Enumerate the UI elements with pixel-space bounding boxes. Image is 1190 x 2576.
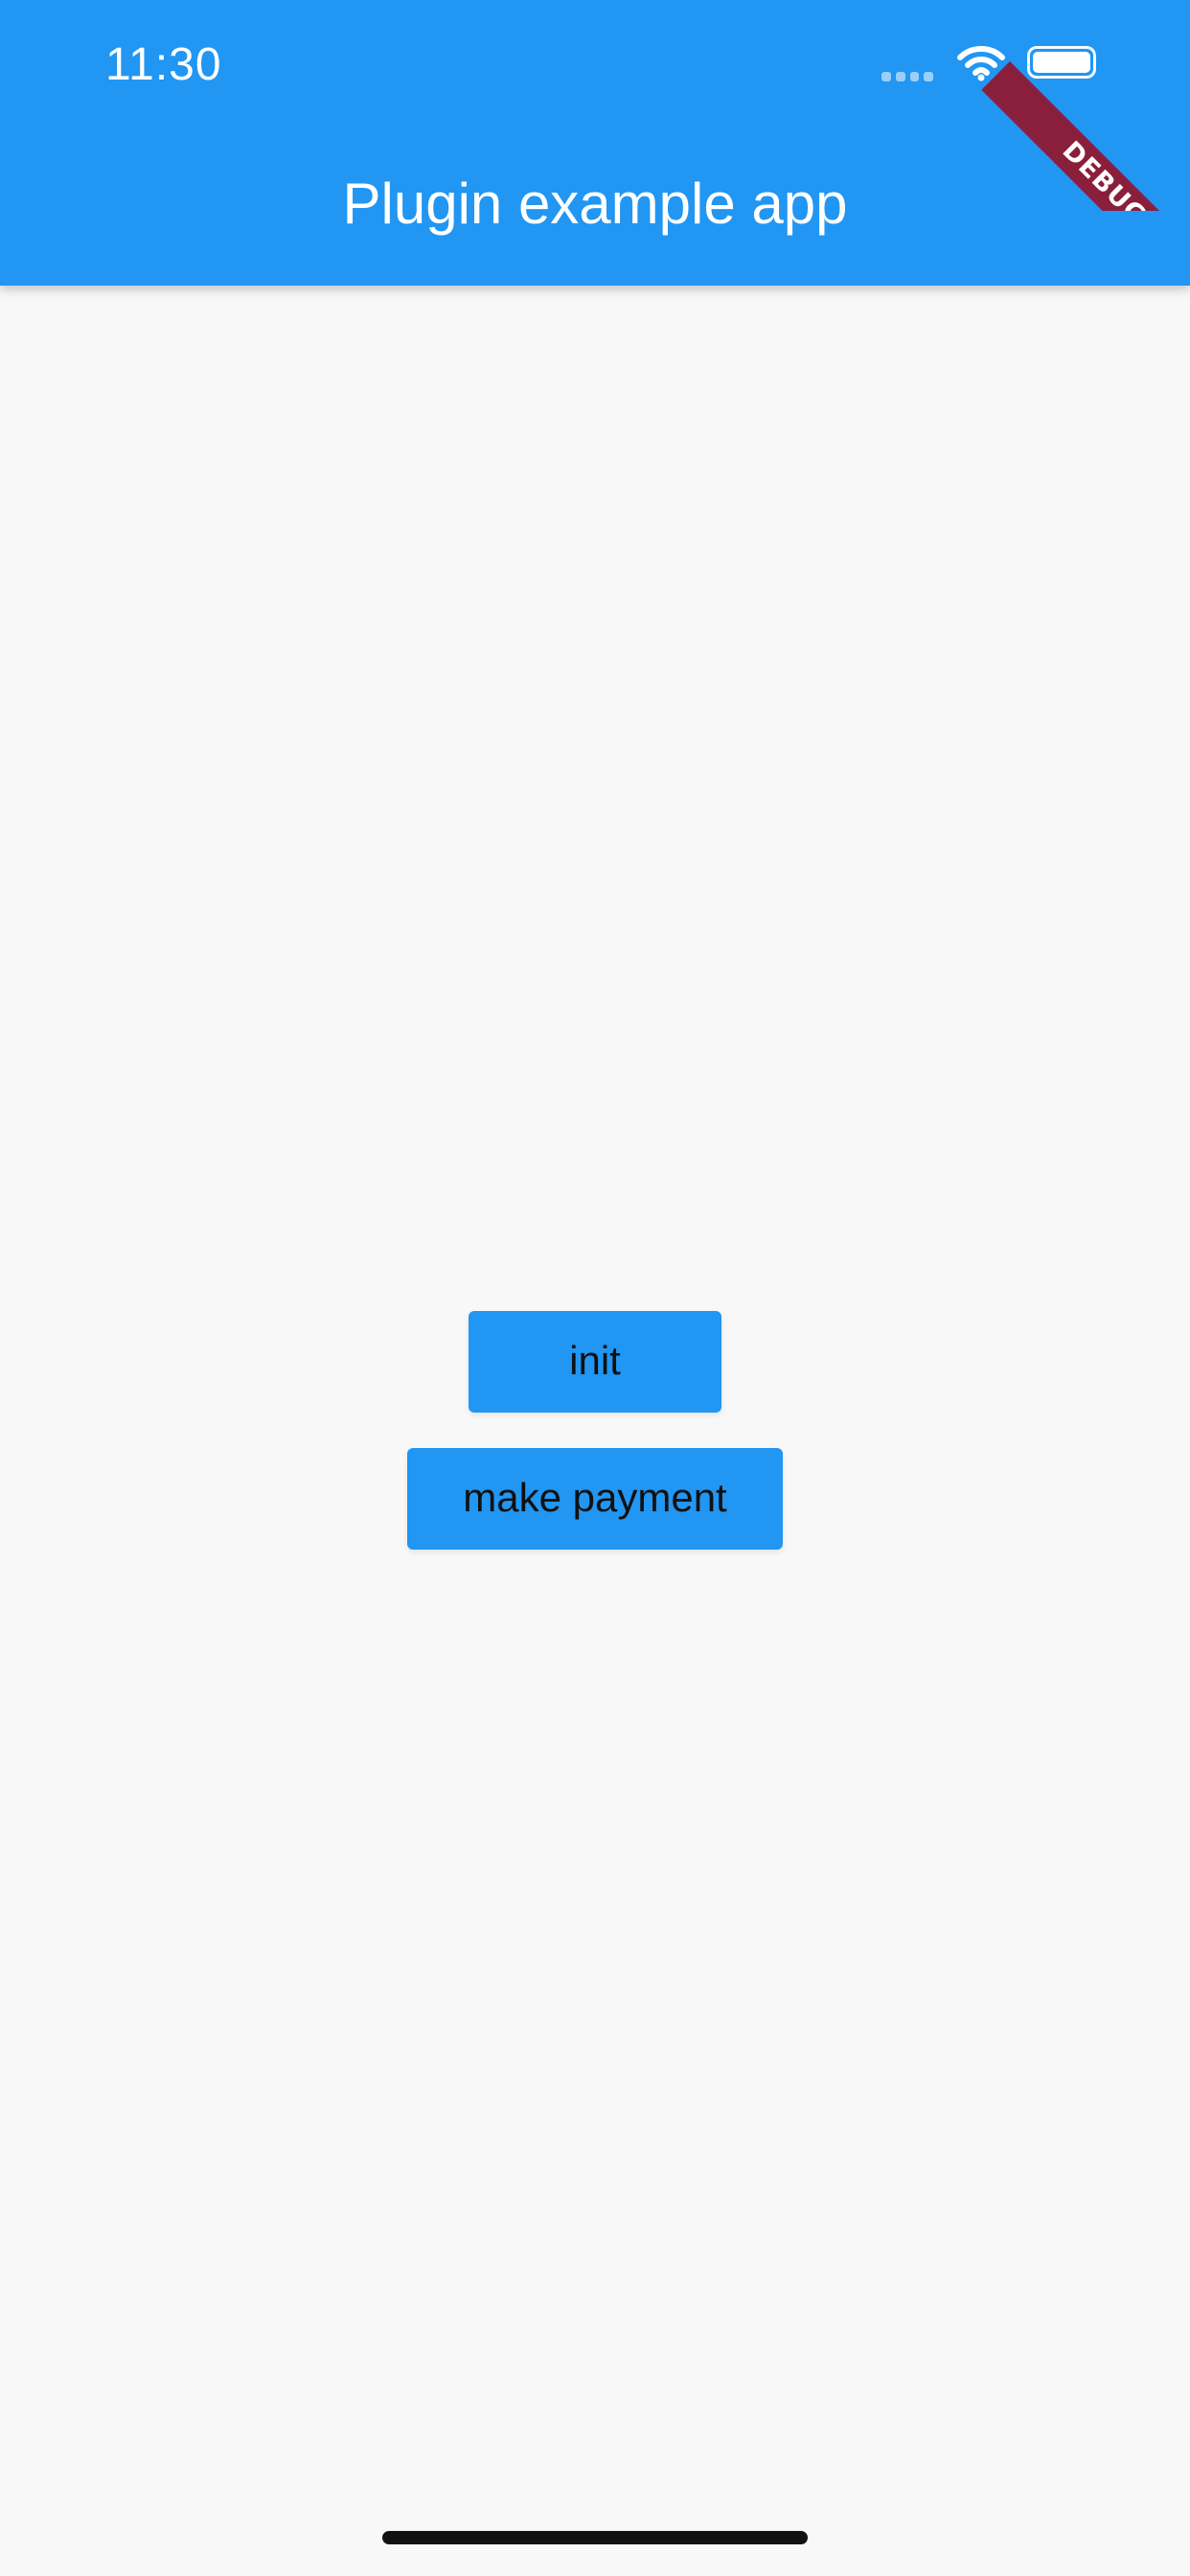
init-button[interactable]: init bbox=[469, 1311, 721, 1413]
debug-label: DEBUG bbox=[981, 61, 1190, 211]
make-payment-button[interactable]: make payment bbox=[407, 1448, 783, 1550]
status-time: 11:30 bbox=[105, 39, 222, 90]
main-content: init make payment bbox=[0, 286, 1190, 2576]
debug-banner: DEBUG bbox=[979, 0, 1190, 211]
cellular-signal-icon bbox=[881, 72, 933, 81]
home-indicator[interactable] bbox=[382, 2531, 808, 2544]
